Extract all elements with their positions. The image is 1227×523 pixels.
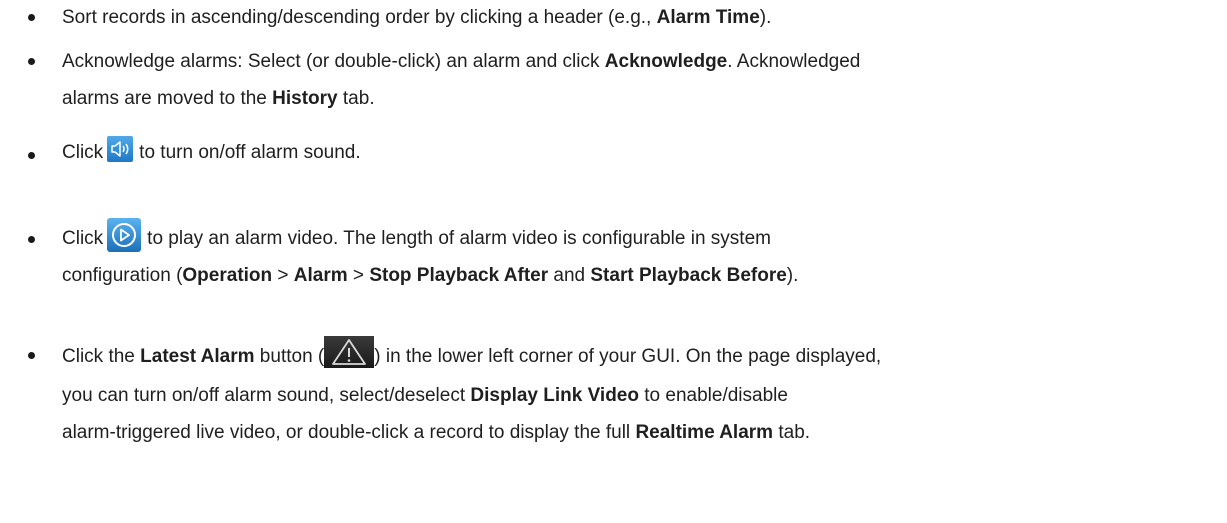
bold-alarm: Alarm [293, 265, 348, 286]
text-line: you can turn on/off alarm sound, select/… [62, 380, 1212, 411]
text-span: button ( [254, 346, 325, 367]
bullet-text: Acknowledge alarms: Select (or double-cl… [62, 46, 1212, 114]
text-span: you can turn on/off alarm sound, select/… [62, 385, 471, 406]
text-line: alarms are moved to the History tab. [62, 83, 1212, 114]
bullet-dot [28, 58, 35, 65]
text-span: configuration ( [62, 265, 183, 286]
text-span: to turn on/off alarm sound. [139, 142, 361, 163]
text-span: tab. [773, 422, 811, 443]
text-span: > [272, 265, 294, 286]
text-span: . Acknowledged [727, 51, 861, 72]
bullet-dot [28, 236, 35, 243]
alarm-warning-icon[interactable] [324, 336, 375, 368]
bullet-dot [28, 352, 35, 359]
bold-acknowledge: Acknowledge [604, 51, 728, 72]
speaker-icon[interactable] [107, 136, 134, 162]
text-span: Click the [62, 346, 141, 367]
text-span: to play an alarm video. The length of al… [147, 228, 771, 249]
bold-realtime-alarm: Realtime Alarm [635, 422, 774, 443]
text-span: > [347, 265, 370, 286]
text-line: alarm-triggered live video, or double-cl… [62, 417, 1212, 448]
text-span: ) in the lower left corner of your GUI. … [374, 346, 882, 367]
bullet-text: Click to play an alarm video. The length… [62, 218, 1212, 291]
bullet-dot [28, 14, 35, 21]
text-line: Acknowledge alarms: Select (or double-cl… [62, 46, 1212, 77]
text-span: alarm-triggered live video, or double-cl… [62, 422, 636, 443]
text-span: Sort records in ascending/descending ord… [62, 7, 657, 28]
text-span: tab. [337, 88, 375, 109]
text-span: Acknowledge alarms: Select (or double-cl… [62, 51, 605, 72]
bold-start-playback-before: Start Playback Before [590, 265, 787, 286]
text-span: Click [62, 142, 104, 163]
bold-operation: Operation [182, 265, 273, 286]
text-line: configuration (Operation > Alarm > Stop … [62, 260, 1212, 291]
text-line: Click the Latest Alarm button ( ) in the… [62, 336, 1212, 372]
text-span: ). [759, 7, 772, 28]
bullet-text: Sort records in ascending/descending ord… [62, 2, 1212, 33]
bullet-dot [28, 152, 35, 159]
bullet-text: Click to turn on/off alarm sound. [62, 136, 1212, 168]
text-span: to enable/disable [638, 385, 788, 406]
text-span: Click [62, 228, 104, 249]
bold-latest-alarm: Latest Alarm [140, 346, 255, 367]
text-line: Click to play an alarm video. The length… [62, 218, 1212, 254]
text-span: ). [786, 265, 799, 286]
bold-display-link-video: Display Link Video [470, 385, 639, 406]
bullet-text: Click the Latest Alarm button ( ) in the… [62, 336, 1212, 448]
bold-history: History [272, 88, 338, 109]
text-span: and [548, 265, 591, 286]
text-span: alarms are moved to the [62, 88, 273, 109]
bold-alarm-time: Alarm Time [656, 7, 760, 28]
bold-stop-playback-after: Stop Playback After [369, 265, 549, 286]
play-icon[interactable] [107, 218, 142, 252]
